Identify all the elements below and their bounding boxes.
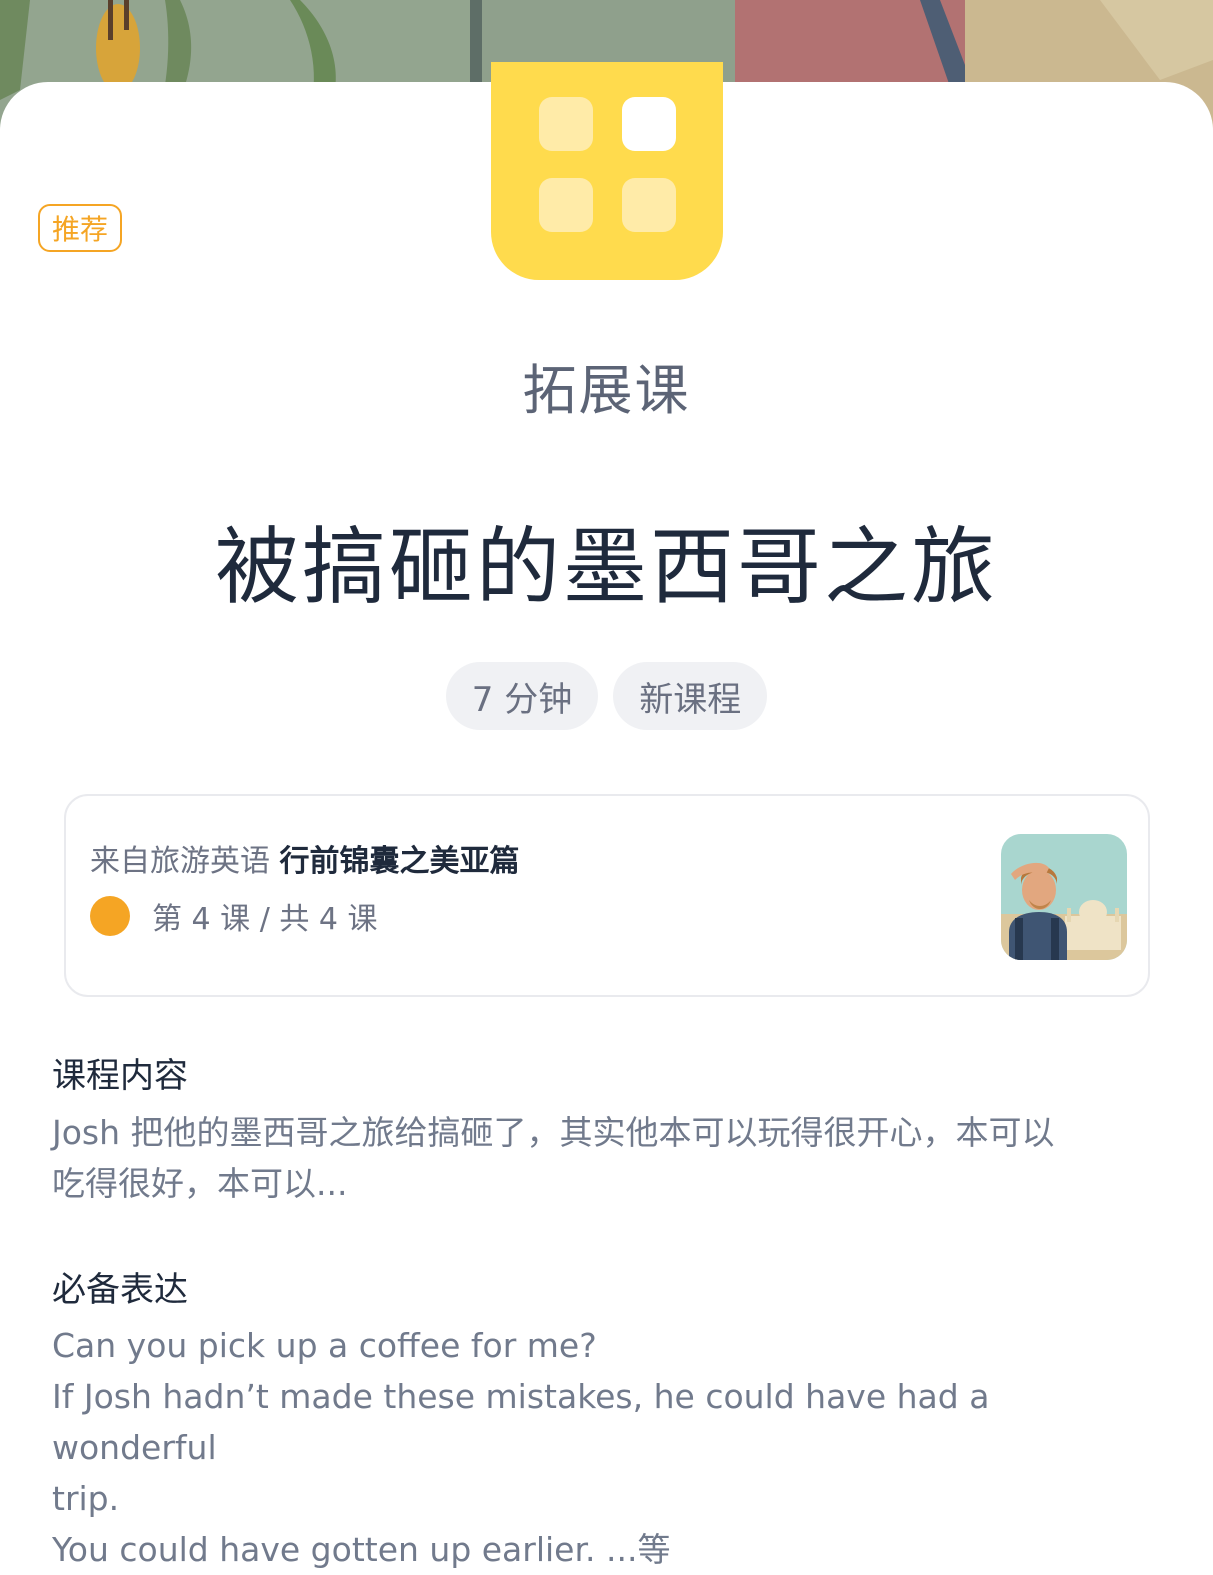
course-content-heading: 课程内容 — [52, 1056, 188, 1096]
description-line: 吃得很好，本可以... — [52, 1164, 348, 1203]
key-expressions-list: Can you pick up a coffee for me? If Josh… — [52, 1320, 1152, 1575]
course-source-prefix: 来自旅游英语 — [90, 844, 270, 879]
key-expressions-heading: 必备表达 — [52, 1270, 188, 1310]
course-content-description: Josh 把他的墨西哥之旅给搞砸了，其实他本可以玩得很开心，本可以 吃得很好，本… — [52, 1107, 1152, 1209]
lesson-category: 拓展课 — [522, 359, 691, 422]
expression-line: Can you pick up a coffee for me? — [52, 1326, 597, 1365]
expression-line: If Josh hadn’t made these mistakes, he c… — [52, 1377, 990, 1467]
course-name: 行前锦囊之美亚篇 — [279, 844, 520, 879]
new-course-chip: 新课程 — [613, 662, 768, 730]
lesson-detail-card: 推荐 拓展课 被搞砸的墨西哥之旅 7 分钟 新课程 来自旅游英语 行前锦囊之美亚… — [0, 62, 1213, 1569]
lesson-tags: 7 分钟 新课程 — [0, 662, 1213, 730]
recommended-badge: 推荐 — [38, 204, 122, 252]
traveler-thumbnail — [1001, 834, 1127, 960]
course-progress: 第 4 课 / 共 4 课 — [90, 894, 378, 938]
duration-chip: 7 分钟 — [445, 662, 599, 730]
progress-status-dot — [90, 896, 130, 936]
grid-app-icon — [491, 62, 723, 280]
expression-line: trip. — [52, 1479, 120, 1518]
course-source: 来自旅游英语 行前锦囊之美亚篇 — [90, 836, 520, 880]
parent-course-card[interactable]: 来自旅游英语 行前锦囊之美亚篇 第 4 课 / 共 4 课 — [64, 794, 1150, 997]
lesson-title: 被搞砸的墨西哥之旅 — [214, 518, 998, 616]
description-line: Josh 把他的墨西哥之旅给搞砸了，其实他本可以玩得很开心，本可以 — [52, 1113, 1055, 1152]
course-progress-text: 第 4 课 / 共 4 课 — [152, 902, 378, 937]
